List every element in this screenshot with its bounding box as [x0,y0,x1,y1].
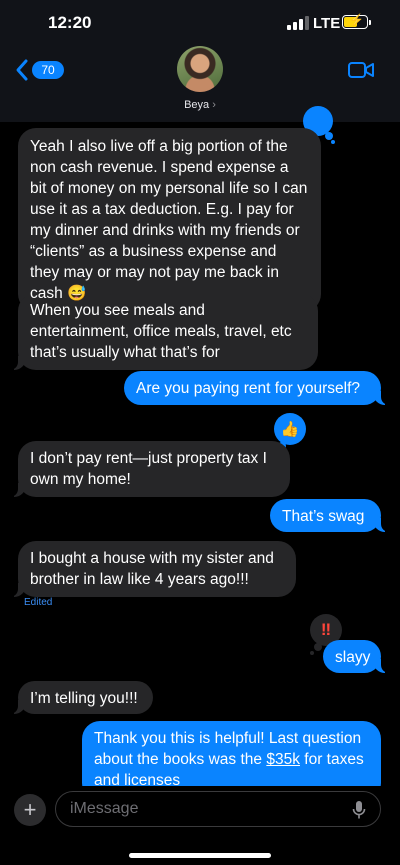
message-bubble-received[interactable]: When you see meals and entertainment, of… [8,293,318,370]
message-bubble-received[interactable]: Yeah I also live off a big portion of th… [18,128,321,312]
battery-icon: ⚡ [342,13,368,29]
message-field[interactable] [55,791,381,827]
double-exclamation-icon: ‼ [320,620,332,639]
signal-icon [287,16,309,30]
message-bubble-sent[interactable]: Are you paying rent for yourself? [124,371,391,405]
home-indicator[interactable] [129,853,271,858]
thumbs-up-tapback[interactable]: 👍 [274,413,306,454]
chevron-right-icon: › [212,99,216,111]
edited-label[interactable]: Edited [24,597,52,608]
chevron-left-icon [16,59,28,81]
amount-link[interactable]: $35k [266,751,300,768]
message-bubble-received[interactable]: I bought a house with my sister and brot… [8,541,296,597]
back-button[interactable]: 70 [14,58,64,82]
carrier-label: LTE [313,15,341,32]
microphone-icon[interactable] [352,800,366,820]
message-bubble-sent[interactable]: That’s swag [270,499,391,532]
contact-name-label: Beya [184,99,210,111]
message-text: slayy [335,649,371,666]
message-text: That’s swag [282,508,365,525]
battery-cap [369,20,371,25]
contact-avatar[interactable] [177,46,223,92]
status-time: 12:20 [48,13,92,32]
message-input[interactable] [70,792,340,826]
message-bubble-sent[interactable]: slayy [323,640,391,673]
status-bar: 12:20 LTE ⚡ [0,0,400,48]
contact-name[interactable]: Beya › [0,99,400,111]
message-text: Yeah I also live off a big portion of th… [30,138,308,302]
unread-count-badge: 70 [32,61,64,79]
message-text: When you see meals and entertainment, of… [30,302,292,361]
message-bubble-received[interactable]: I’m telling you!!! [8,681,153,714]
video-call-icon[interactable] [348,61,374,79]
message-text: I bought a house with my sister and brot… [30,550,274,588]
thumbs-up-icon: 👍 [280,421,300,438]
message-text: I don’t pay rent—just property tax I own… [30,450,267,488]
message-text: Are you paying rent for yourself? [136,380,361,397]
message-text: Thank you this is helpful! Last question… [94,730,364,789]
message-bubble-received[interactable]: I don’t pay rent—just property tax I own… [8,441,290,497]
message-text: I’m telling you!!! [30,690,138,707]
plus-button[interactable]: + [14,794,46,826]
